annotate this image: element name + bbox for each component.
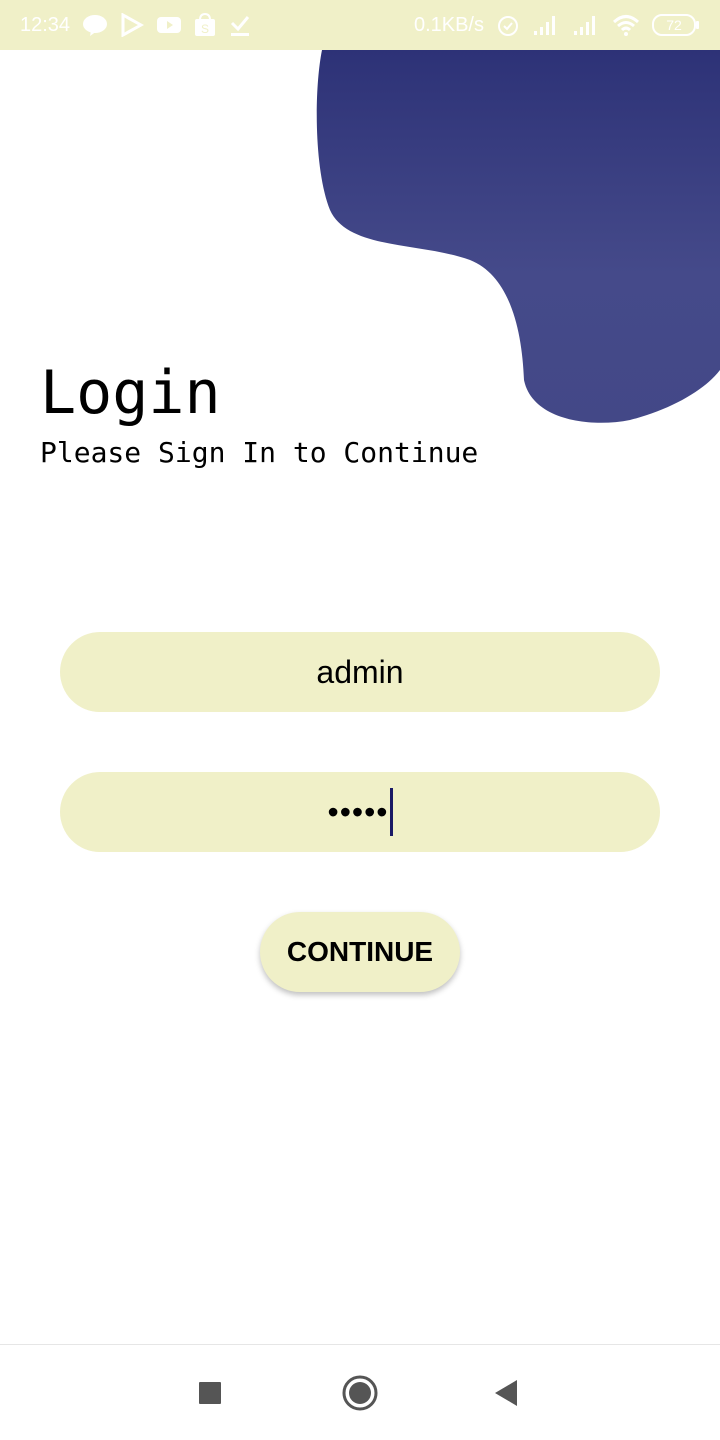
play-store-icon bbox=[121, 13, 145, 37]
password-field[interactable]: ••••• bbox=[60, 772, 660, 852]
decorative-blob bbox=[316, 50, 720, 423]
page-subtitle: Please Sign In to Continue bbox=[40, 436, 479, 469]
page-title: Login bbox=[40, 358, 221, 428]
network-speed: 0.1KB/s bbox=[413, 13, 484, 36]
signal-icon bbox=[534, 16, 555, 35]
home-icon[interactable] bbox=[340, 1373, 380, 1413]
username-field[interactable]: admin bbox=[60, 632, 660, 712]
alarm-icon bbox=[498, 16, 518, 36]
download-done-icon bbox=[231, 16, 250, 36]
status-left: 12:34 S bbox=[20, 13, 252, 37]
status-right: 0.1KB/s 72 bbox=[414, 13, 700, 37]
signal-icon bbox=[574, 16, 595, 35]
battery-icon: 72 bbox=[652, 14, 699, 36]
continue-button[interactable]: CONTINUE bbox=[260, 912, 460, 992]
username-value: admin bbox=[316, 653, 404, 690]
battery-level: 72 bbox=[666, 17, 682, 33]
back-icon[interactable] bbox=[487, 1373, 527, 1413]
password-value: ••••• bbox=[327, 793, 389, 830]
recents-icon[interactable] bbox=[190, 1373, 230, 1413]
clock: 12:34 bbox=[20, 13, 71, 36]
wifi-icon bbox=[612, 15, 640, 36]
text-cursor bbox=[389, 788, 393, 836]
svg-text:S: S bbox=[201, 22, 209, 36]
status-bar: 12:34 S 0.1KB/s 72 bbox=[0, 0, 720, 50]
shopee-icon: S bbox=[195, 13, 216, 36]
navigation-bar bbox=[0, 1344, 720, 1440]
youtube-icon bbox=[157, 17, 182, 33]
line-icon bbox=[83, 15, 108, 36]
